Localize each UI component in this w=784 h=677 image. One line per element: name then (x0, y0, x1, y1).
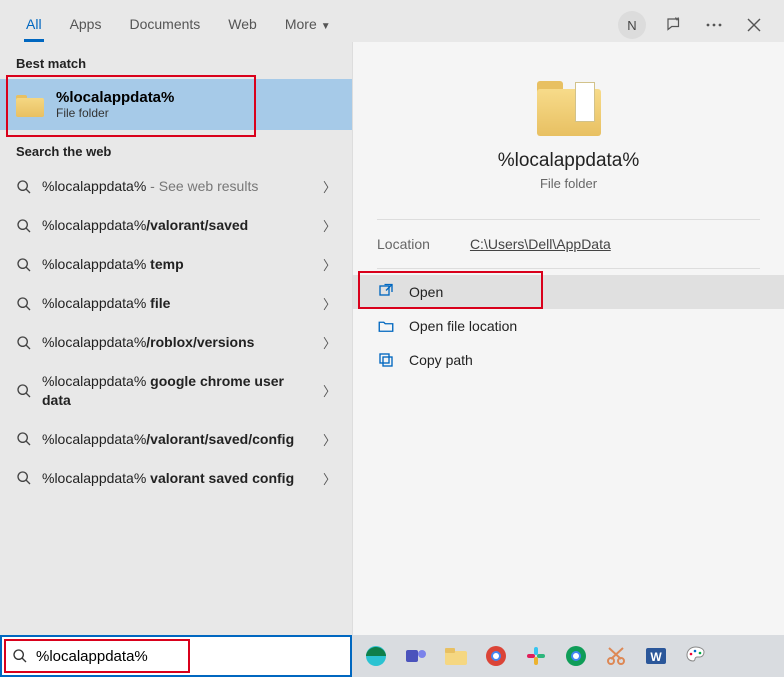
tab-documents[interactable]: Documents (115, 8, 214, 42)
web-result-item[interactable]: %localappdata% - See web results 〉 (0, 167, 352, 206)
web-result-item[interactable]: %localappdata%/valorant/saved/config 〉 (0, 420, 352, 459)
search-icon (16, 383, 32, 399)
web-result-text: %localappdata% temp (42, 255, 309, 274)
divider (377, 268, 760, 269)
search-icon (16, 335, 32, 351)
web-result-text: %localappdata%/valorant/saved (42, 216, 309, 235)
folder-open-icon (377, 317, 395, 335)
search-input[interactable] (36, 648, 340, 665)
open-icon (377, 283, 395, 301)
web-result-item[interactable]: %localappdata% file 〉 (0, 284, 352, 323)
location-label: Location (377, 236, 430, 252)
action-copy-path[interactable]: Copy path (353, 343, 784, 377)
results-pane: Best match %localappdata% File folder Se… (0, 42, 352, 677)
copy-icon (377, 351, 395, 369)
preview-subtitle: File folder (353, 176, 784, 191)
search-icon (16, 470, 32, 486)
taskbar-edge-icon[interactable] (362, 642, 390, 670)
more-options-icon[interactable] (702, 13, 726, 37)
avatar[interactable]: N (618, 11, 646, 39)
web-result-item[interactable]: %localappdata%/valorant/saved 〉 (0, 206, 352, 245)
taskbar-teams-icon[interactable] (402, 642, 430, 670)
search-input-container[interactable] (0, 635, 352, 677)
taskbar-chrome-icon[interactable] (562, 642, 590, 670)
taskbar-chrome-icon[interactable] (482, 642, 510, 670)
location-row: Location C:\Users\Dell\AppData (353, 220, 784, 268)
chevron-right-icon[interactable]: 〉 (319, 381, 340, 400)
taskbar: W (352, 635, 784, 677)
preview-title: %localappdata% (353, 150, 784, 172)
web-result-item[interactable]: %localappdata%/roblox/versions 〉 (0, 323, 352, 362)
search-icon (16, 218, 32, 234)
tab-all[interactable]: All (12, 8, 56, 42)
taskbar-explorer-icon[interactable] (442, 642, 470, 670)
tab-apps[interactable]: Apps (56, 8, 116, 42)
search-icon (16, 431, 32, 447)
close-icon[interactable] (742, 13, 766, 37)
action-label: Open file location (409, 318, 517, 334)
action-label: Copy path (409, 352, 473, 368)
web-result-text: %localappdata% file (42, 294, 309, 313)
chevron-right-icon[interactable]: 〉 (319, 333, 340, 352)
feedback-icon[interactable] (662, 13, 686, 37)
search-web-label: Search the web (0, 130, 352, 167)
preview-pane: %localappdata% File folder Location C:\U… (352, 42, 784, 677)
web-result-text: %localappdata% valorant saved config (42, 469, 309, 488)
action-open[interactable]: Open (353, 275, 784, 309)
taskbar-word-icon[interactable]: W (642, 642, 670, 670)
web-result-text: %localappdata% - See web results (42, 177, 309, 196)
best-match-item[interactable]: %localappdata% File folder (0, 79, 352, 130)
web-results-list: %localappdata% - See web results〉%locala… (0, 167, 352, 498)
tab-more[interactable]: More▼ (271, 8, 345, 42)
web-result-item[interactable]: %localappdata% temp 〉 (0, 245, 352, 284)
web-result-text: %localappdata%/valorant/saved/config (42, 430, 309, 449)
chevron-right-icon[interactable]: 〉 (319, 216, 340, 235)
folder-icon (16, 93, 44, 117)
chevron-right-icon[interactable]: 〉 (319, 255, 340, 274)
chevron-right-icon[interactable]: 〉 (319, 294, 340, 313)
header: All Apps Documents Web More▼ N (0, 0, 784, 42)
search-icon (16, 179, 32, 195)
action-list: Open Open file location Copy path (353, 275, 784, 377)
taskbar-paint-icon[interactable] (682, 642, 710, 670)
action-open-file-location[interactable]: Open file location (353, 309, 784, 343)
search-icon (16, 296, 32, 312)
web-result-text: %localappdata%/roblox/versions (42, 333, 309, 352)
chevron-down-icon: ▼ (321, 21, 331, 32)
tab-web[interactable]: Web (214, 8, 271, 42)
scope-tabs: All Apps Documents Web More▼ (12, 8, 345, 42)
web-result-text: %localappdata% google chrome user data (42, 372, 309, 410)
chevron-right-icon[interactable]: 〉 (319, 430, 340, 449)
taskbar-slack-icon[interactable] (522, 642, 550, 670)
taskbar-snip-icon[interactable] (602, 642, 630, 670)
location-value[interactable]: C:\Users\Dell\AppData (470, 236, 611, 252)
chevron-right-icon[interactable]: 〉 (319, 469, 340, 488)
chevron-right-icon[interactable]: 〉 (319, 177, 340, 196)
action-label: Open (409, 284, 443, 300)
best-match-title: %localappdata% (56, 89, 174, 106)
search-icon (16, 257, 32, 273)
best-match-label: Best match (0, 42, 352, 79)
web-result-item[interactable]: %localappdata% valorant saved config 〉 (0, 459, 352, 498)
web-result-item[interactable]: %localappdata% google chrome user data 〉 (0, 362, 352, 420)
search-icon (12, 648, 28, 664)
svg-text:W: W (650, 650, 662, 664)
best-match-subtitle: File folder (56, 106, 174, 120)
folder-icon (533, 78, 605, 136)
